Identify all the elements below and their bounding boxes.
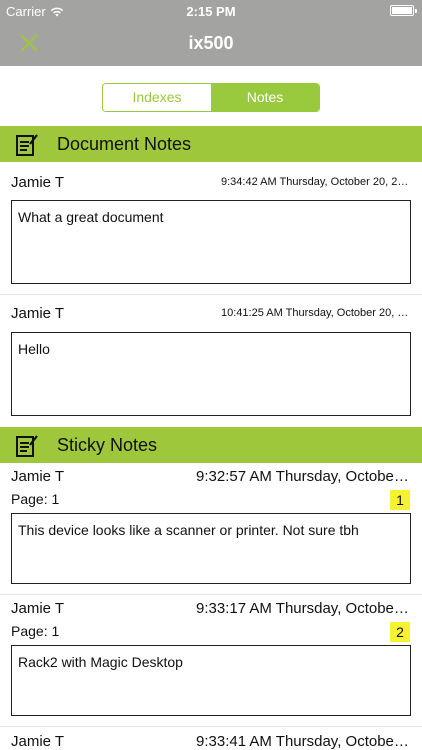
- note-author: Jamie T: [11, 468, 65, 485]
- status-bar: Carrier 2:15 PM: [0, 0, 422, 22]
- sticky-number-badge[interactable]: 1: [390, 490, 410, 510]
- note-text-box[interactable]: Rack2 with Magic Desktop: [11, 645, 411, 716]
- note-text-box[interactable]: This device looks like a scanner or prin…: [11, 513, 411, 584]
- note-text-box[interactable]: What a great document: [11, 200, 411, 284]
- sticky-notes-header: Sticky Notes: [0, 427, 422, 463]
- divider: [0, 294, 422, 295]
- sticky-number-badge[interactable]: 2: [390, 622, 410, 642]
- note-text-box[interactable]: Hello: [11, 332, 411, 416]
- note-author: Jamie T: [11, 600, 65, 617]
- tab-indexes[interactable]: Indexes: [103, 84, 211, 111]
- close-x-icon[interactable]: [18, 32, 40, 54]
- section-title: Sticky Notes: [57, 435, 158, 455]
- note-pad-icon: [16, 134, 38, 156]
- note-timestamp: 9:33:17 AM Thursday, October 20, 2016: [196, 600, 411, 617]
- note-timestamp: 9:34:42 AM Thursday, October 20, 2016: [221, 176, 411, 188]
- nav-title: ix500: [188, 33, 234, 53]
- note-author: Jamie T: [11, 733, 65, 750]
- divider: [0, 726, 422, 727]
- note-timestamp: 9:32:57 AM Thursday, October 20, 2016: [196, 468, 411, 485]
- divider: [0, 594, 422, 595]
- battery-icon: [390, 5, 417, 16]
- clock: 2:15 PM: [186, 4, 236, 19]
- note-author: Jamie T: [11, 174, 65, 191]
- section-title: Document Notes: [57, 134, 192, 154]
- navigation-bar: Carrier 2:15 PM ix500: [0, 0, 422, 66]
- segmented-control: Indexes Notes: [102, 83, 320, 112]
- tab-notes[interactable]: Notes: [211, 84, 319, 111]
- note-author: Jamie T: [11, 305, 65, 322]
- note-timestamp: 9:33:41 AM Thursday, October 20, 2016: [196, 733, 411, 750]
- document-notes-header: Document Notes: [0, 126, 422, 162]
- note-pad-icon: [16, 435, 38, 457]
- page-label: Page: 1: [11, 623, 60, 639]
- note-timestamp: 10:41:25 AM Thursday, October 20, 2016: [221, 307, 411, 319]
- page-label: Page: 1: [11, 491, 60, 507]
